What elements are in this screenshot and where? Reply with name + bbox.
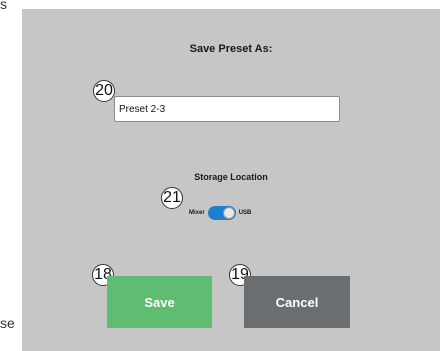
storage-option-mixer: Mixer — [189, 210, 205, 216]
callout-marker-21: 21 — [161, 187, 183, 209]
dialog-title: Save Preset As: — [189, 43, 273, 55]
toggle-knob — [222, 207, 235, 219]
callout-marker-20: 20 — [93, 80, 115, 102]
save-button[interactable]: Save — [107, 276, 212, 328]
page-edge-text-top: s — [0, 0, 7, 12]
storage-location-label: Storage Location — [194, 172, 268, 182]
storage-location-row: Mixer USB — [189, 205, 251, 221]
storage-location-toggle[interactable] — [207, 206, 236, 220]
page-edge-text-bottom: se — [0, 315, 15, 331]
preset-name-input[interactable] — [114, 96, 340, 122]
storage-option-usb: USB — [238, 210, 252, 216]
save-preset-dialog: Save Preset As: 20 Storage Location 21 M… — [22, 9, 440, 351]
cancel-button[interactable]: Cancel — [244, 276, 350, 328]
